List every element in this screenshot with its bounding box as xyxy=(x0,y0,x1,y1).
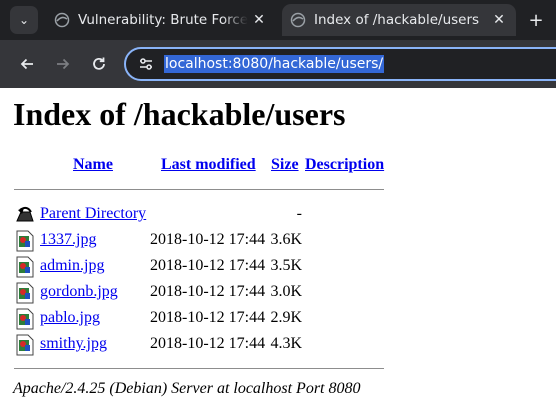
arrow-right-icon xyxy=(57,58,70,70)
arrow-left-icon xyxy=(20,58,33,70)
image-icon xyxy=(16,282,34,304)
list-item: smithy.jpg 2018-10-12 17:44 4.3K xyxy=(0,332,556,356)
list-item: pablo.jpg 2018-10-12 17:44 2.9K xyxy=(0,306,556,330)
back-icon xyxy=(16,206,34,222)
file-link[interactable]: pablo.jpg xyxy=(40,309,100,327)
chevron-down-icon: ⌄ xyxy=(18,13,30,27)
server-signature: Apache/2.4.25 (Debian) Server at localho… xyxy=(13,380,361,397)
new-tab-button[interactable]: + xyxy=(524,8,548,32)
file-link[interactable]: 1337.jpg xyxy=(40,231,96,249)
directory-listing-page: Index of /hackable/users Name Last modif… xyxy=(0,88,556,409)
forward-button[interactable] xyxy=(49,50,77,78)
list-item: 1337.jpg 2018-10-12 17:44 3.6K xyxy=(0,228,556,252)
back-button[interactable] xyxy=(13,50,41,78)
image-icon xyxy=(16,308,34,330)
browser-chrome: ⌄ Vulnerability: Brute Force ✕ Index of … xyxy=(0,0,556,88)
column-header-description[interactable]: Description xyxy=(305,156,384,174)
file-link[interactable]: admin.jpg xyxy=(40,257,104,275)
image-icon xyxy=(16,256,34,278)
browser-toolbar: localhost:8080/hackable/users/ xyxy=(0,40,556,88)
file-size: 3.6K xyxy=(270,231,302,248)
tab-index-of-hackable-users[interactable]: Index of /hackable/users ✕ xyxy=(282,4,516,36)
divider xyxy=(14,189,384,190)
file-size: 2.9K xyxy=(270,309,302,326)
parent-directory-link[interactable]: Parent Directory xyxy=(40,205,146,223)
close-icon[interactable]: ✕ xyxy=(248,12,270,28)
tab-strip: ⌄ Vulnerability: Brute Force ✕ Index of … xyxy=(0,0,556,40)
column-header-last-modified[interactable]: Last modified xyxy=(161,156,256,174)
tab-vulnerability-brute-force[interactable]: Vulnerability: Brute Force ✕ xyxy=(46,4,276,36)
file-size: 4.3K xyxy=(270,335,302,352)
file-last-modified: 2018-10-12 17:44 xyxy=(150,283,266,300)
file-size: 3.5K xyxy=(270,257,302,274)
site-info-icon[interactable] xyxy=(136,54,156,74)
page-title: Index of /hackable/users xyxy=(13,96,346,132)
list-item: admin.jpg 2018-10-12 17:44 3.5K xyxy=(0,254,556,278)
divider xyxy=(14,368,384,369)
file-link[interactable]: gordonb.jpg xyxy=(40,283,118,301)
globe-icon xyxy=(54,12,70,28)
image-icon xyxy=(16,334,34,356)
column-header-name[interactable]: Name xyxy=(73,156,113,174)
file-last-modified: 2018-10-12 17:44 xyxy=(150,309,266,326)
tab-title: Vulnerability: Brute Force xyxy=(78,12,248,28)
close-icon[interactable]: ✕ xyxy=(488,12,510,28)
file-size: - xyxy=(296,205,302,222)
file-last-modified: 2018-10-12 17:44 xyxy=(150,231,266,248)
column-header-size[interactable]: Size xyxy=(271,156,299,174)
reload-button[interactable] xyxy=(85,50,113,78)
tab-title: Index of /hackable/users xyxy=(314,12,480,28)
list-item: gordonb.jpg 2018-10-12 17:44 3.0K xyxy=(0,280,556,304)
url-text[interactable]: localhost:8080/hackable/users/ xyxy=(164,55,385,73)
reload-icon xyxy=(93,57,105,70)
plus-icon: + xyxy=(528,9,544,31)
list-item-parent-directory: Parent Directory - xyxy=(0,202,556,226)
address-bar[interactable]: localhost:8080/hackable/users/ xyxy=(124,47,556,81)
image-icon xyxy=(16,230,34,252)
globe-icon xyxy=(290,12,306,28)
file-last-modified: 2018-10-12 17:44 xyxy=(150,335,266,352)
file-last-modified: 2018-10-12 17:44 xyxy=(150,257,266,274)
tab-search-button[interactable]: ⌄ xyxy=(10,6,38,34)
file-link[interactable]: smithy.jpg xyxy=(40,335,107,353)
file-size: 3.0K xyxy=(270,283,302,300)
